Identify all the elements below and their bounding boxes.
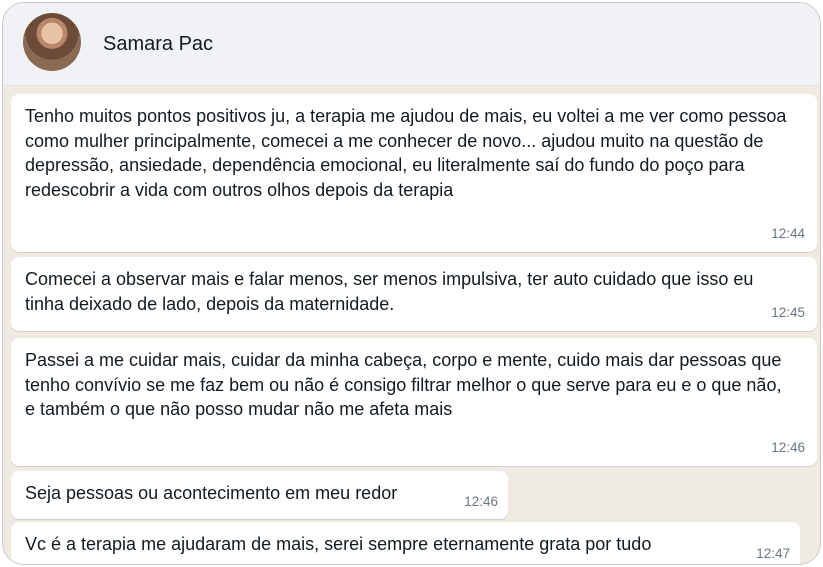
message-timestamp: 12:45	[771, 304, 805, 320]
contact-name[interactable]: Samara Pac	[103, 33, 213, 56]
message-text: Vc é a terapia me ajudaram de mais, sere…	[25, 534, 652, 554]
message-timestamp: 12:46	[464, 493, 498, 509]
message-bubble[interactable]: Comecei a observar mais e falar menos, s…	[11, 257, 817, 331]
chat-header[interactable]: Samara Pac	[3, 3, 820, 86]
message-list[interactable]: Tenho muitos pontos positivos ju, a tera…	[3, 86, 820, 564]
message-text: Tenho muitos pontos positivos ju, a tera…	[25, 106, 787, 200]
message-timestamp: 12:46	[771, 439, 805, 455]
message-bubble[interactable]: Passei a me cuidar mais, cuidar da minha…	[11, 338, 817, 466]
message-text: Seja pessoas ou acontecimento em meu red…	[25, 483, 398, 503]
avatar[interactable]	[23, 13, 81, 71]
message-text: Passei a me cuidar mais, cuidar da minha…	[25, 350, 782, 419]
message-bubble[interactable]: Vc é a terapia me ajudaram de mais, sere…	[11, 522, 800, 564]
message-bubble[interactable]: Seja pessoas ou acontecimento em meu red…	[11, 471, 508, 519]
message-text: Comecei a observar mais e falar menos, s…	[25, 269, 754, 314]
message-timestamp: 12:44	[771, 225, 805, 241]
message-bubble[interactable]: Tenho muitos pontos positivos ju, a tera…	[11, 94, 817, 252]
message-timestamp: 12:47	[756, 545, 790, 561]
chat-window: Samara Pac Tenho muitos pontos positivos…	[2, 2, 821, 565]
